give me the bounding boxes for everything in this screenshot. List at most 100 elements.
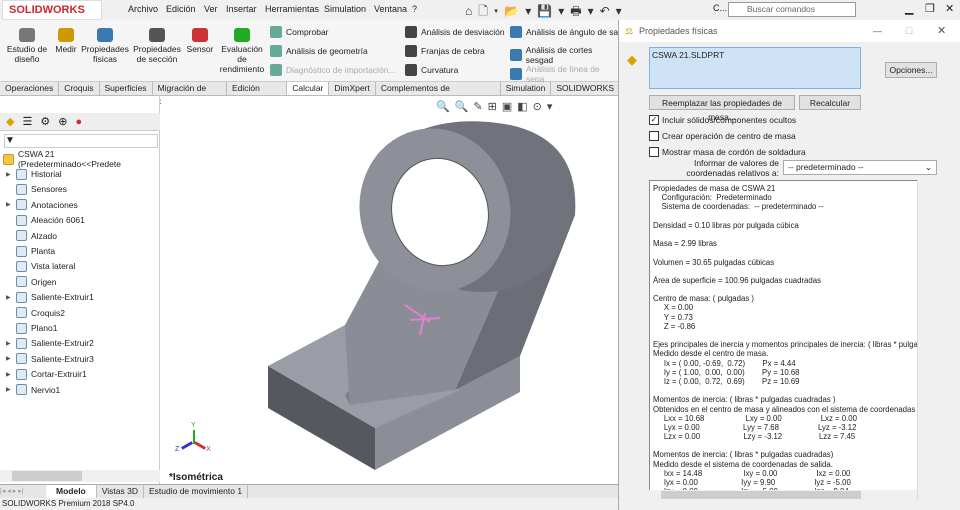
coordinate-system-select[interactable]: -- predeterminado -- ⌄ — [783, 160, 937, 175]
solidworks-logo[interactable]: SOLIDWORKS — [2, 0, 102, 20]
menu-4[interactable]: Herramientas — [265, 4, 319, 14]
menu-0[interactable]: Archivo — [128, 4, 158, 14]
minimize-icon[interactable]: ▁ — [905, 2, 913, 15]
coord-label-line2: coordenadas relativos a: — [686, 168, 779, 178]
expand-arrow-icon[interactable]: ▶ — [6, 294, 16, 301]
ribbon-item-label: Comprobar — [286, 27, 329, 37]
menu-5[interactable]: Simulation — [324, 4, 366, 14]
recalculate-button[interactable]: Recalcular — [799, 95, 861, 110]
logo-text: SOLIDWORKS — [9, 4, 85, 16]
tree-item[interactable]: Planta — [6, 244, 55, 258]
dialog-maximize-icon[interactable]: ☐ — [905, 20, 913, 42]
tree-item[interactable]: ▶ Saliente-Extruir1 — [6, 290, 94, 304]
checkbox-1[interactable]: Crear operación de centro de masa — [649, 131, 796, 141]
feature-manager-tab-icon[interactable]: ◆ — [6, 113, 14, 130]
ribbon-item-icon — [405, 45, 417, 57]
part-icon: ◆ — [627, 52, 637, 67]
bottom-tab-2[interactable]: Estudio de movimiento 1 — [144, 485, 249, 498]
results-horizontal-scrollbar[interactable] — [649, 490, 917, 500]
dimxpert-tab-icon[interactable]: ⊕ — [58, 113, 67, 130]
selection-list[interactable]: CSWA 21.SLDPRT — [649, 47, 861, 89]
menu-1[interactable]: Edición — [166, 4, 196, 14]
result-line: Ejes principales de inercia y momentos p… — [653, 340, 918, 350]
tab-2[interactable]: Superficies — [100, 82, 153, 95]
ribbon-button-1[interactable]: Medir — [54, 28, 78, 54]
tab-4[interactable]: Edición directa — [227, 82, 288, 106]
expand-arrow-icon[interactable]: ▶ — [6, 355, 16, 362]
tree-root[interactable]: CSWA 21 (Predeterminado<<Predete — [3, 149, 159, 169]
tab-7[interactable]: Complementos de SOLIDWORKS — [376, 82, 501, 106]
tab-8[interactable]: Simulation — [501, 82, 552, 95]
close-icon[interactable]: ✕ — [945, 2, 954, 15]
tree-item[interactable]: Vista lateral — [6, 259, 75, 273]
expand-arrow-icon[interactable]: ▶ — [6, 386, 16, 393]
expand-arrow-icon[interactable]: ▶ — [6, 171, 16, 178]
checkbox-box[interactable] — [649, 147, 659, 157]
menu-3[interactable]: Insertar — [226, 4, 257, 14]
ribbon-col2-item-0[interactable]: Análisis de desviación — [405, 26, 505, 38]
ribbon-col1-item-0[interactable]: Comprobar — [270, 26, 329, 38]
checkbox-box[interactable] — [649, 131, 659, 141]
tree-item[interactable]: ▶ Anotaciones — [6, 198, 78, 212]
checkbox-0[interactable]: ✓ Incluir sólidos/componentes ocultos — [649, 115, 796, 125]
menu-2[interactable]: Ver — [204, 4, 218, 14]
bottom-tab-0[interactable]: Modelo — [46, 485, 97, 498]
expand-arrow-icon[interactable]: ▶ — [6, 371, 16, 378]
tab-0[interactable]: Operaciones — [0, 82, 60, 95]
tree-item[interactable]: Plano1 — [6, 321, 57, 335]
options-button[interactable]: Opciones... — [885, 62, 937, 78]
configuration-manager-tab-icon[interactable]: ⚙ — [40, 113, 50, 130]
ribbon-col1-item-1[interactable]: Análisis de geometría — [270, 45, 368, 57]
ribbon-col3-item-0[interactable]: Análisis de ángulo de sa — [510, 26, 618, 38]
property-manager-tab-icon[interactable]: ☰ — [22, 113, 32, 130]
expand-arrow-icon[interactable]: ▶ — [6, 201, 16, 208]
result-line: X = 0.00 — [653, 303, 694, 313]
tree-item[interactable]: Croquis2 — [6, 306, 65, 320]
tree-item[interactable]: Aleación 6061 — [6, 213, 85, 227]
results-vertical-scrollbar[interactable] — [917, 180, 929, 500]
display-manager-tab-icon[interactable]: ● — [75, 113, 82, 130]
ribbon-col3-item-2[interactable]: Análisis de línea de sepa — [510, 64, 620, 84]
ribbon-col2-item-2[interactable]: Curvatura — [405, 64, 458, 76]
ribbon-button-2[interactable]: Propiedades físicas — [80, 28, 130, 64]
tree-item[interactable]: ▶ Historial — [6, 167, 62, 181]
dialog-close-icon[interactable]: ✕ — [937, 20, 946, 42]
part-model[interactable] — [161, 96, 620, 484]
menu-7[interactable]: ? — [412, 4, 417, 14]
tab-3[interactable]: Migración de datos — [153, 82, 227, 106]
override-mass-properties-button[interactable]: Reemplazar las propiedades de masa... — [649, 95, 795, 122]
ribbon-col1-item-2[interactable]: Diagnóstico de importación... — [270, 64, 396, 76]
ribbon-col3-item-1[interactable]: Análisis de cortes sesgad — [510, 45, 620, 65]
toolbar-overflow[interactable]: C... — [713, 3, 727, 13]
tab-9[interactable]: SOLIDWORKS — [551, 82, 620, 95]
menu-6[interactable]: Ventana — [374, 4, 407, 14]
restore-icon[interactable]: ❐ — [925, 2, 935, 15]
ribbon-button-5[interactable]: Evaluación de rendimiento — [218, 28, 266, 74]
tree-item[interactable]: Alzado — [6, 229, 57, 243]
tree-item[interactable]: ▶ Cortar-Extruir1 — [6, 367, 87, 381]
search-commands-input[interactable]: Buscar comandos — [728, 2, 856, 17]
tree-item[interactable]: ▶ Saliente-Extruir3 — [6, 352, 94, 366]
filter-icon[interactable]: ▼ — [4, 134, 158, 148]
tree-item[interactable]: Origen — [6, 275, 57, 289]
tree-item[interactable]: ▶ Saliente-Extruir2 — [6, 336, 94, 350]
tab-5[interactable]: Calcular — [287, 82, 330, 95]
dialog-minimize-icon[interactable]: — — [873, 20, 882, 42]
checkbox-2[interactable]: Mostrar masa de cordón de soldadura — [649, 147, 806, 157]
tree-item[interactable]: Sensores — [6, 182, 67, 196]
tab-6[interactable]: DimXpert — [329, 82, 376, 95]
tab-scroll-arrows[interactable]: |◂ ◂ ▸ ▸| — [0, 485, 46, 498]
tree-item[interactable]: ▶ Nervio1 — [6, 383, 60, 397]
ribbon-button-4[interactable]: Sensor — [184, 28, 216, 54]
horizontal-scrollbar[interactable] — [0, 470, 160, 482]
checkbox-box[interactable]: ✓ — [649, 115, 659, 125]
bottom-tab-1[interactable]: Vistas 3D — [97, 485, 144, 498]
expand-arrow-icon[interactable]: ▶ — [6, 340, 16, 347]
ribbon-button-0[interactable]: Estudio de diseño — [4, 28, 50, 64]
tab-1[interactable]: Croquis — [59, 82, 100, 95]
results-text[interactable]: Propiedades de masa de CSWA 21 Configura… — [649, 180, 929, 500]
graphics-area[interactable]: 🔍🔍✎⊞▣◧⊙▾ Y X Z *Isométrica — [161, 96, 620, 484]
ribbon-button-3[interactable]: Propiedades de sección — [132, 28, 182, 64]
panel-tabs[interactable]: ◆ ☰ ⚙ ⊕ ● — [0, 113, 160, 131]
ribbon-col2-item-1[interactable]: Franjas de cebra — [405, 45, 485, 57]
